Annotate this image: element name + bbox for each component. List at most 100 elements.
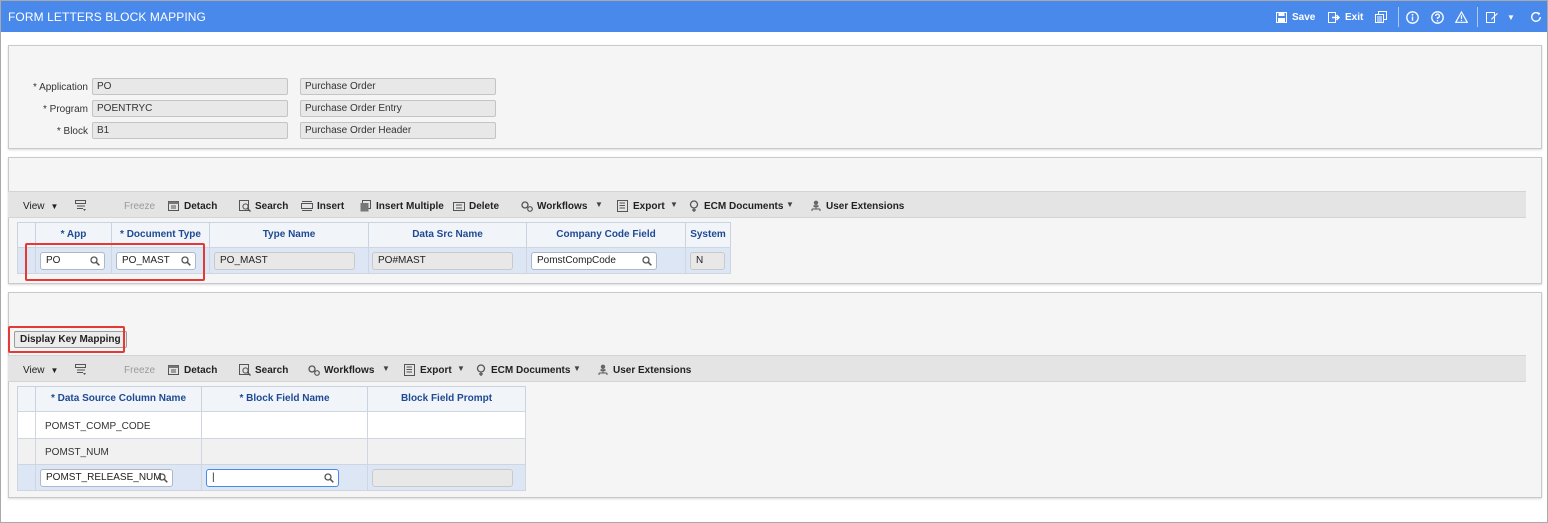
header-label: Company Code Field [556, 229, 656, 240]
copy-button[interactable] [1375, 9, 1387, 25]
edit-menu-button[interactable]: ▼ [1486, 9, 1515, 25]
search-label: Search [255, 364, 289, 376]
chevron-down-icon: ▼ [50, 365, 59, 375]
data-source-column-cell: POMST_COMP_CODE [45, 421, 151, 432]
workflows-button[interactable]: Workflows [308, 363, 374, 377]
search-icon[interactable] [90, 256, 100, 266]
search-icon[interactable] [181, 256, 191, 266]
user-extensions-button[interactable]: User Extensions [810, 199, 904, 213]
chevron-down-icon[interactable]: ▼ [457, 364, 465, 373]
table-row[interactable] [201, 438, 368, 465]
table-row[interactable] [367, 438, 526, 465]
save-icon [1276, 11, 1287, 23]
chevron-down-icon[interactable]: ▼ [573, 364, 581, 373]
data-source-column-input[interactable]: POMST_RELEASE_NUM [40, 469, 173, 487]
edit-icon [1486, 12, 1498, 23]
refresh-button[interactable] [1530, 9, 1542, 25]
grid2-toolbar: View ▼ Freeze Detach Search Workflows ▼ … [8, 355, 1526, 382]
insert-multiple-button[interactable]: Insert Multiple [360, 199, 444, 213]
workflows-button[interactable]: Workflows [521, 199, 587, 213]
view-label: View [23, 364, 45, 376]
chevron-down-icon[interactable]: ▼ [786, 200, 794, 209]
freeze-button[interactable]: Freeze [108, 199, 155, 213]
grid2-row-selector[interactable] [17, 411, 36, 439]
grid1-header-company-code-field[interactable]: Company Code Field [526, 222, 686, 248]
company-code-field-input[interactable]: PomstCompCode [531, 252, 657, 270]
grid1-header-app[interactable]: * App [35, 222, 112, 248]
user-extensions-button[interactable]: User Extensions [597, 363, 691, 377]
layout-icon [75, 364, 86, 375]
view-menu[interactable]: View ▼ [23, 199, 58, 213]
freeze-label: Freeze [124, 364, 156, 376]
search-label: Search [255, 200, 289, 212]
block-field[interactable]: B1 [92, 122, 288, 139]
insert-button[interactable]: Insert [301, 199, 344, 213]
layout-button[interactable] [75, 199, 87, 213]
warning-icon [1455, 11, 1468, 23]
search-button[interactable]: Search [239, 363, 288, 377]
alert-button[interactable] [1455, 9, 1468, 25]
workflows-icon [308, 365, 320, 376]
app-input[interactable]: PO [40, 252, 105, 270]
export-button[interactable]: Export [617, 199, 665, 213]
table-row[interactable] [367, 411, 526, 439]
program-field[interactable]: POENTRYC [92, 100, 288, 117]
grid2-header-block-field-prompt[interactable]: Block Field Prompt [367, 386, 526, 412]
title-bar: FORM LETTERS BLOCK MAPPING Save Exit ▼ [1, 1, 1547, 32]
ecm-documents-label: ECM Documents [491, 364, 571, 376]
system-field: N [690, 252, 725, 270]
application-description: Purchase Order [300, 78, 496, 95]
grid1-row-selector[interactable] [17, 247, 36, 274]
grid2-header-data-source-column-name[interactable]: * Data Source Column Name [35, 386, 202, 412]
search-icon[interactable] [642, 256, 652, 266]
delete-icon [453, 202, 465, 211]
ecm-documents-button[interactable]: ECM Documents [688, 199, 783, 213]
table-row[interactable] [201, 411, 368, 439]
export-label: Export [420, 364, 452, 376]
grid1-header-system[interactable]: System [685, 222, 731, 248]
delete-button[interactable]: Delete [453, 199, 499, 213]
exit-button[interactable]: Exit [1328, 9, 1363, 25]
view-menu[interactable]: View ▼ [23, 363, 58, 377]
block-field-name-input[interactable]: | [206, 469, 339, 487]
copy-icon [1375, 11, 1387, 23]
freeze-button[interactable]: Freeze [108, 363, 155, 377]
search-icon[interactable] [158, 473, 168, 483]
header-label: * Block Field Name [239, 393, 330, 404]
grid1-header-document-type[interactable]: * Document Type [111, 222, 210, 248]
display-key-mapping-button[interactable]: Display Key Mapping [14, 331, 127, 348]
insert-multiple-icon [360, 200, 371, 212]
user-extensions-label: User Extensions [613, 364, 692, 376]
info-button[interactable] [1406, 9, 1419, 25]
grid2-row-selector[interactable] [17, 464, 36, 491]
grid2-row-selector[interactable] [17, 438, 36, 465]
export-icon [617, 200, 628, 212]
grid1-row-selector-header [17, 222, 36, 248]
data-src-name-field: PO#MAST [372, 252, 513, 270]
document-type-input[interactable]: PO_MAST [116, 252, 196, 270]
search-icon [239, 200, 251, 212]
grid1-header-data-src-name[interactable]: Data Src Name [368, 222, 527, 248]
search-button[interactable]: Search [239, 199, 288, 213]
application-field[interactable]: PO [92, 78, 288, 95]
view-label: View [23, 200, 45, 212]
chevron-down-icon[interactable]: ▼ [382, 364, 390, 373]
save-button[interactable]: Save [1276, 9, 1315, 25]
search-icon[interactable] [324, 473, 334, 483]
grid2-header-block-field-name[interactable]: * Block Field Name [201, 386, 368, 412]
block-description: Purchase Order Header [300, 122, 496, 139]
detach-button[interactable]: Detach [168, 363, 217, 377]
freeze-icon [108, 364, 120, 376]
grid1-header-type-name[interactable]: Type Name [209, 222, 369, 248]
export-icon [404, 364, 415, 376]
detach-button[interactable]: Detach [168, 199, 217, 213]
data-source-column-value: POMST_RELEASE_NUM [46, 472, 162, 483]
page-title: FORM LETTERS BLOCK MAPPING [8, 10, 206, 24]
chevron-down-icon[interactable]: ▼ [595, 200, 603, 209]
export-button[interactable]: Export [404, 363, 452, 377]
delete-label: Delete [469, 200, 500, 212]
ecm-documents-button[interactable]: ECM Documents [475, 363, 570, 377]
chevron-down-icon[interactable]: ▼ [670, 200, 678, 209]
layout-button[interactable] [75, 363, 87, 377]
help-button[interactable] [1431, 9, 1444, 25]
